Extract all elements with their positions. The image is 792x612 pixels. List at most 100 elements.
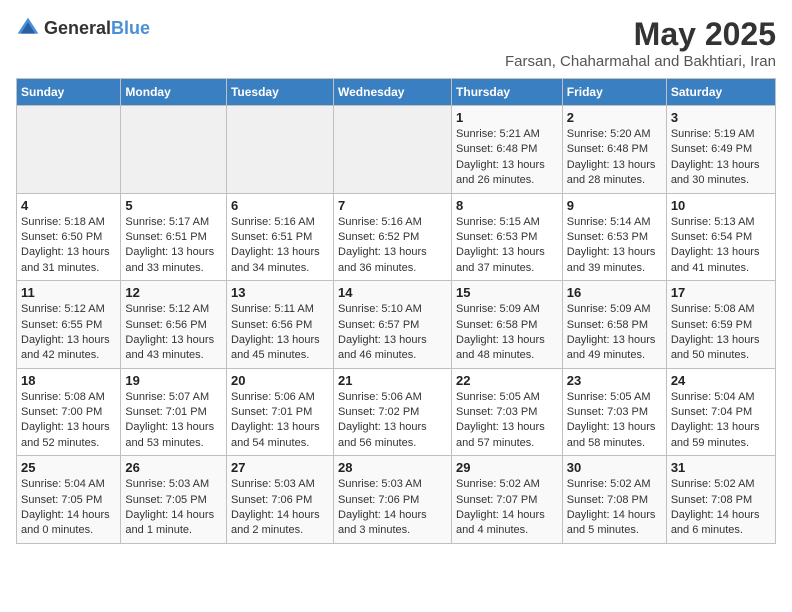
calendar-header-row: SundayMondayTuesdayWednesdayThursdayFrid… [17,79,776,106]
calendar-cell: 12 Sunrise: 5:12 AMSunset: 6:56 PMDayligh… [121,281,227,369]
day-info: Sunrise: 5:06 AMSunset: 7:01 PMDaylight:… [231,390,329,452]
day-number: 29 [456,460,558,475]
day-number: 26 [125,460,222,475]
day-info: Sunrise: 5:03 AMSunset: 7:06 PMDaylight:… [231,477,329,539]
day-info: Sunrise: 5:02 AMSunset: 7:08 PMDaylight:… [567,477,662,539]
day-number: 23 [567,373,662,388]
day-number: 28 [338,460,447,475]
column-header-monday: Monday [121,79,227,106]
day-info: Sunrise: 5:13 AMSunset: 6:54 PMDaylight:… [671,215,771,277]
day-number: 13 [231,285,329,300]
column-header-tuesday: Tuesday [226,79,333,106]
calendar-cell: 31 Sunrise: 5:02 AMSunset: 7:08 PMDayligh… [666,456,775,544]
calendar-cell: 3Sunrise: 5:19 AMSunset: 6:49 PMDaylight… [666,106,775,194]
day-info: Sunrise: 5:09 AMSunset: 6:58 PMDaylight:… [456,302,558,364]
day-info: Sunrise: 5:17 AMSunset: 6:51 PMDaylight:… [125,215,222,277]
calendar-cell: 22 Sunrise: 5:05 AMSunset: 7:03 PMDayligh… [452,368,563,456]
day-number: 21 [338,373,447,388]
calendar-cell: 29 Sunrise: 5:02 AMSunset: 7:07 PMDayligh… [452,456,563,544]
day-info: Sunrise: 5:02 AMSunset: 7:08 PMDaylight:… [671,477,771,539]
day-info: Sunrise: 5:09 AMSunset: 6:58 PMDaylight:… [567,302,662,364]
day-info: Sunrise: 5:18 AMSunset: 6:50 PMDaylight:… [21,215,116,277]
calendar-cell [121,106,227,194]
main-title: May 2025 [505,16,776,53]
column-header-sunday: Sunday [17,79,121,106]
calendar-cell: 9 Sunrise: 5:14 AMSunset: 6:53 PMDaylight… [562,193,666,281]
day-number: 24 [671,373,771,388]
day-number: 6 [231,198,329,213]
calendar-cell: 30Sunrise: 5:02 AMSunset: 7:08 PMDayligh… [562,456,666,544]
day-info: Sunrise: 5:06 AMSunset: 7:02 PMDaylight:… [338,390,447,452]
calendar-cell: 20 Sunrise: 5:06 AMSunset: 7:01 PMDayligh… [226,368,333,456]
calendar-cell: 14Sunrise: 5:10 AMSunset: 6:57 PMDayligh… [334,281,452,369]
day-info: Sunrise: 5:08 AMSunset: 7:00 PMDaylight:… [21,390,116,452]
day-number: 25 [21,460,116,475]
page-header: GeneralBlue May 2025 Farsan, Chaharmahal… [16,16,776,70]
day-info: Sunrise: 5:21 AMSunset: 6:48 PMDaylight:… [456,127,558,189]
day-number: 12 [125,285,222,300]
calendar-cell: 11 Sunrise: 5:12 AMSunset: 6:55 PMDayligh… [17,281,121,369]
day-info: Sunrise: 5:05 AMSunset: 7:03 PMDaylight:… [567,390,662,452]
calendar-week-row: 1 Sunrise: 5:21 AMSunset: 6:48 PMDaylight… [17,106,776,194]
calendar-cell: 4Sunrise: 5:18 AMSunset: 6:50 PMDaylight… [17,193,121,281]
calendar-cell: 25 Sunrise: 5:04 AMSunset: 7:05 PMDayligh… [17,456,121,544]
calendar-cell: 27Sunrise: 5:03 AMSunset: 7:06 PMDayligh… [226,456,333,544]
calendar-cell: 2 Sunrise: 5:20 AMSunset: 6:48 PMDaylight… [562,106,666,194]
calendar-week-row: 25 Sunrise: 5:04 AMSunset: 7:05 PMDayligh… [17,456,776,544]
logo-icon [16,16,40,40]
day-info: Sunrise: 5:15 AMSunset: 6:53 PMDaylight:… [456,215,558,277]
day-number: 7 [338,198,447,213]
day-info: Sunrise: 5:16 AMSunset: 6:52 PMDaylight:… [338,215,447,277]
day-number: 17 [671,285,771,300]
day-number: 19 [125,373,222,388]
calendar-cell: 17 Sunrise: 5:08 AMSunset: 6:59 PMDayligh… [666,281,775,369]
calendar-cell [334,106,452,194]
column-header-thursday: Thursday [452,79,563,106]
subtitle: Farsan, Chaharmahal and Bakhtiari, Iran [505,53,776,70]
calendar-cell: 19 Sunrise: 5:07 AMSunset: 7:01 PMDayligh… [121,368,227,456]
calendar-cell: 24 Sunrise: 5:04 AMSunset: 7:04 PMDayligh… [666,368,775,456]
day-number: 20 [231,373,329,388]
day-info: Sunrise: 5:04 AMSunset: 7:04 PMDaylight:… [671,390,771,452]
day-info: Sunrise: 5:11 AMSunset: 6:56 PMDaylight:… [231,302,329,364]
day-number: 9 [567,198,662,213]
day-info: Sunrise: 5:03 AMSunset: 7:06 PMDaylight:… [338,477,447,539]
day-info: Sunrise: 5:05 AMSunset: 7:03 PMDaylight:… [456,390,558,452]
day-info: Sunrise: 5:02 AMSunset: 7:07 PMDaylight:… [456,477,558,539]
day-info: Sunrise: 5:14 AMSunset: 6:53 PMDaylight:… [567,215,662,277]
logo: GeneralBlue [16,16,150,40]
day-number: 31 [671,460,771,475]
calendar-cell: 23 Sunrise: 5:05 AMSunset: 7:03 PMDayligh… [562,368,666,456]
calendar-table: SundayMondayTuesdayWednesdayThursdayFrid… [16,78,776,544]
day-number: 3 [671,110,771,125]
calendar-cell: 8 Sunrise: 5:15 AMSunset: 6:53 PMDaylight… [452,193,563,281]
day-number: 16 [567,285,662,300]
day-info: Sunrise: 5:12 AMSunset: 6:55 PMDaylight:… [21,302,116,364]
day-number: 11 [21,285,116,300]
calendar-cell: 10 Sunrise: 5:13 AMSunset: 6:54 PMDayligh… [666,193,775,281]
calendar-cell: 5Sunrise: 5:17 AMSunset: 6:51 PMDaylight… [121,193,227,281]
calendar-cell: 28 Sunrise: 5:03 AMSunset: 7:06 PMDayligh… [334,456,452,544]
calendar-week-row: 18 Sunrise: 5:08 AMSunset: 7:00 PMDayligh… [17,368,776,456]
day-info: Sunrise: 5:04 AMSunset: 7:05 PMDaylight:… [21,477,116,539]
day-number: 2 [567,110,662,125]
day-info: Sunrise: 5:08 AMSunset: 6:59 PMDaylight:… [671,302,771,364]
day-number: 15 [456,285,558,300]
calendar-cell: 21 Sunrise: 5:06 AMSunset: 7:02 PMDayligh… [334,368,452,456]
column-header-friday: Friday [562,79,666,106]
calendar-cell: 6Sunrise: 5:16 AMSunset: 6:51 PMDaylight… [226,193,333,281]
calendar-cell: 1 Sunrise: 5:21 AMSunset: 6:48 PMDaylight… [452,106,563,194]
day-number: 8 [456,198,558,213]
day-info: Sunrise: 5:20 AMSunset: 6:48 PMDaylight:… [567,127,662,189]
column-header-saturday: Saturday [666,79,775,106]
calendar-cell: 26Sunrise: 5:03 AMSunset: 7:05 PMDayligh… [121,456,227,544]
calendar-cell: 16 Sunrise: 5:09 AMSunset: 6:58 PMDayligh… [562,281,666,369]
column-header-wednesday: Wednesday [334,79,452,106]
day-number: 18 [21,373,116,388]
day-info: Sunrise: 5:07 AMSunset: 7:01 PMDaylight:… [125,390,222,452]
day-number: 22 [456,373,558,388]
day-number: 1 [456,110,558,125]
day-number: 10 [671,198,771,213]
day-info: Sunrise: 5:12 AMSunset: 6:56 PMDaylight:… [125,302,222,364]
calendar-cell: 18 Sunrise: 5:08 AMSunset: 7:00 PMDayligh… [17,368,121,456]
